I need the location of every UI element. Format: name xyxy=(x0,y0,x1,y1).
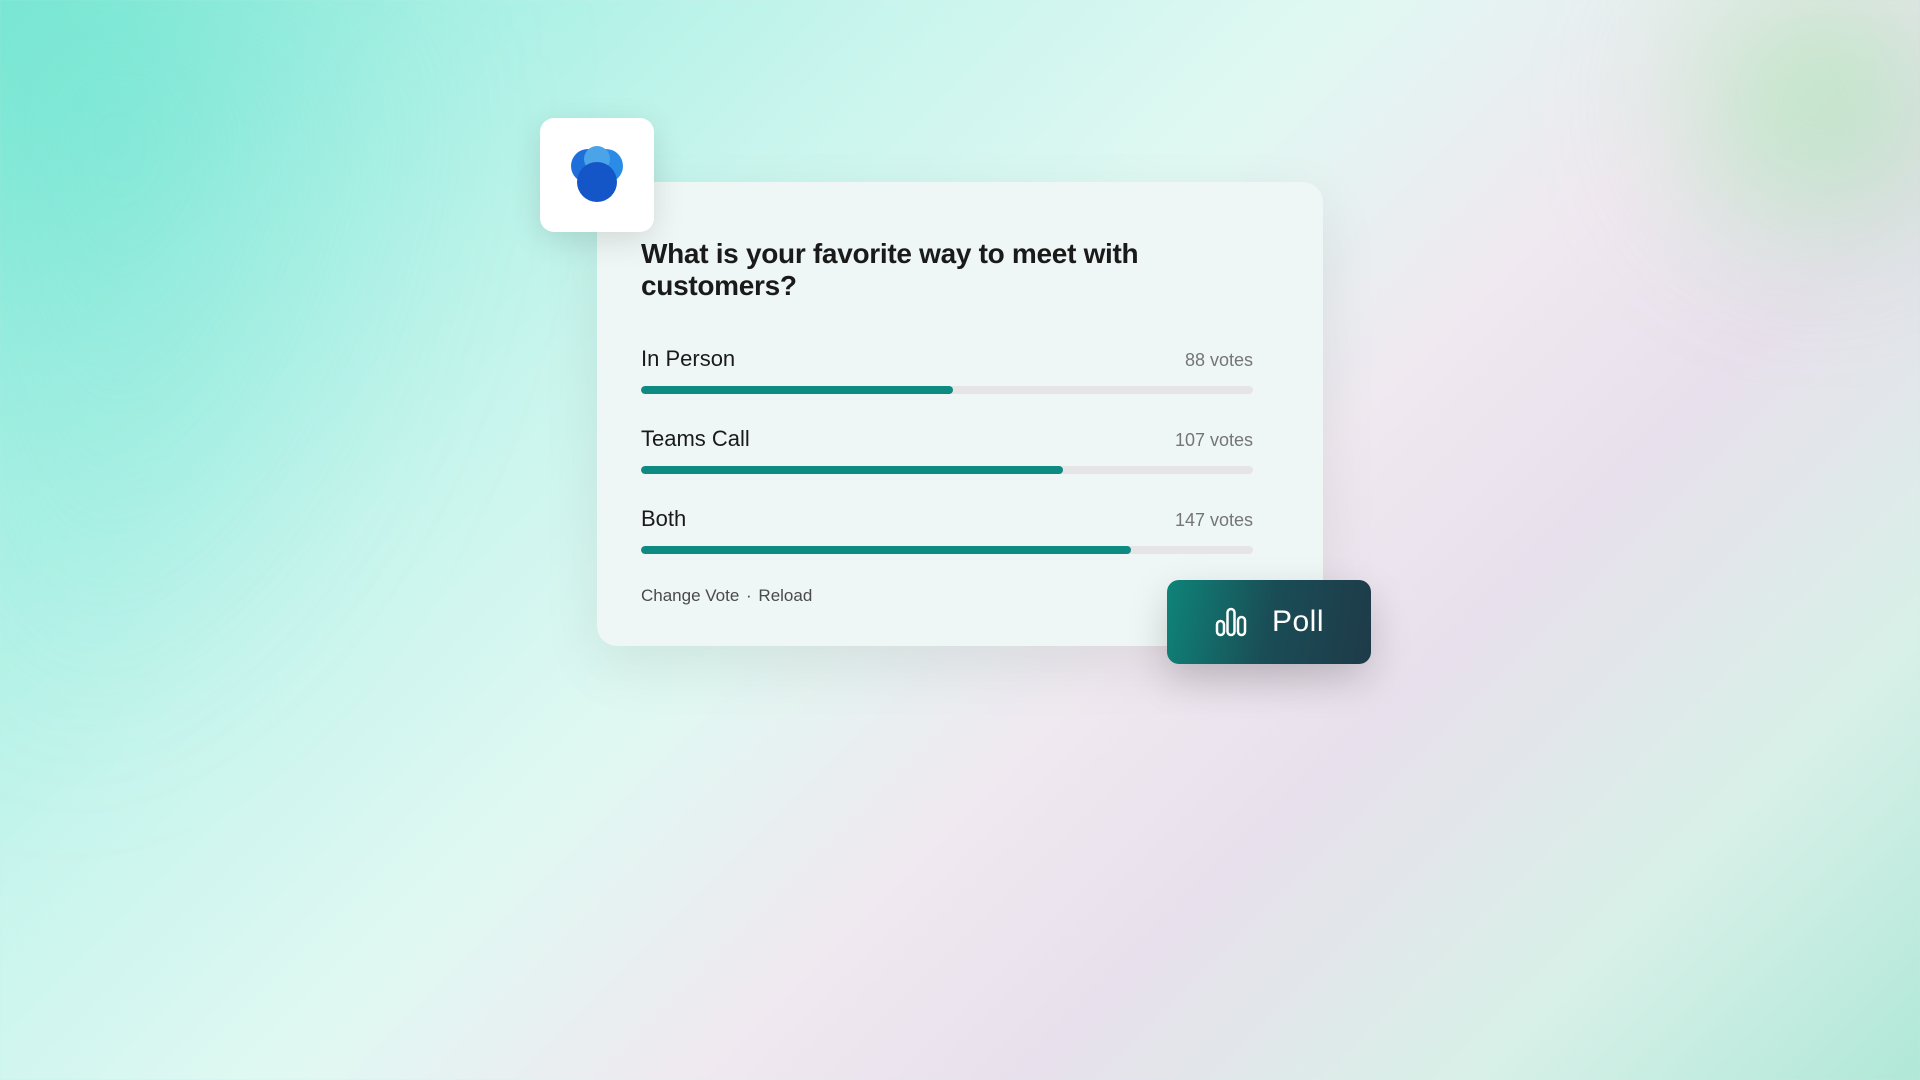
poll-card: What is your favorite way to meet with c… xyxy=(597,182,1323,646)
poll-bar-track xyxy=(641,466,1253,474)
poll-bar-fill xyxy=(641,546,1131,554)
poll-bar-track xyxy=(641,546,1253,554)
bar-chart-icon xyxy=(1214,605,1248,639)
poll-option-header: Teams Call 107 votes xyxy=(641,426,1253,452)
poll-option[interactable]: Both 147 votes xyxy=(641,506,1253,554)
change-vote-link[interactable]: Change Vote xyxy=(641,586,739,605)
app-icon-tile xyxy=(540,118,654,232)
poll-option-label: Both xyxy=(641,506,686,532)
poll-option-header: In Person 88 votes xyxy=(641,346,1253,372)
poll-option[interactable]: Teams Call 107 votes xyxy=(641,426,1253,474)
action-separator: · xyxy=(741,586,756,605)
poll-question: What is your favorite way to meet with c… xyxy=(641,238,1253,302)
poll-option-votes: 147 votes xyxy=(1175,510,1253,531)
poll-option[interactable]: In Person 88 votes xyxy=(641,346,1253,394)
poll-bar-fill xyxy=(641,386,953,394)
poll-bar-track xyxy=(641,386,1253,394)
poll-option-votes: 88 votes xyxy=(1185,350,1253,371)
poll-bar-fill xyxy=(641,466,1063,474)
poll-option-label: In Person xyxy=(641,346,735,372)
poll-option-label: Teams Call xyxy=(641,426,750,452)
poll-option-votes: 107 votes xyxy=(1175,430,1253,451)
app-logo-icon xyxy=(565,143,629,207)
poll-button-label: Poll xyxy=(1272,605,1324,639)
poll-option-header: Both 147 votes xyxy=(641,506,1253,532)
poll-button[interactable]: Poll xyxy=(1167,580,1371,664)
poll-actions: Change Vote · Reload xyxy=(641,586,1253,606)
reload-link[interactable]: Reload xyxy=(758,586,812,605)
